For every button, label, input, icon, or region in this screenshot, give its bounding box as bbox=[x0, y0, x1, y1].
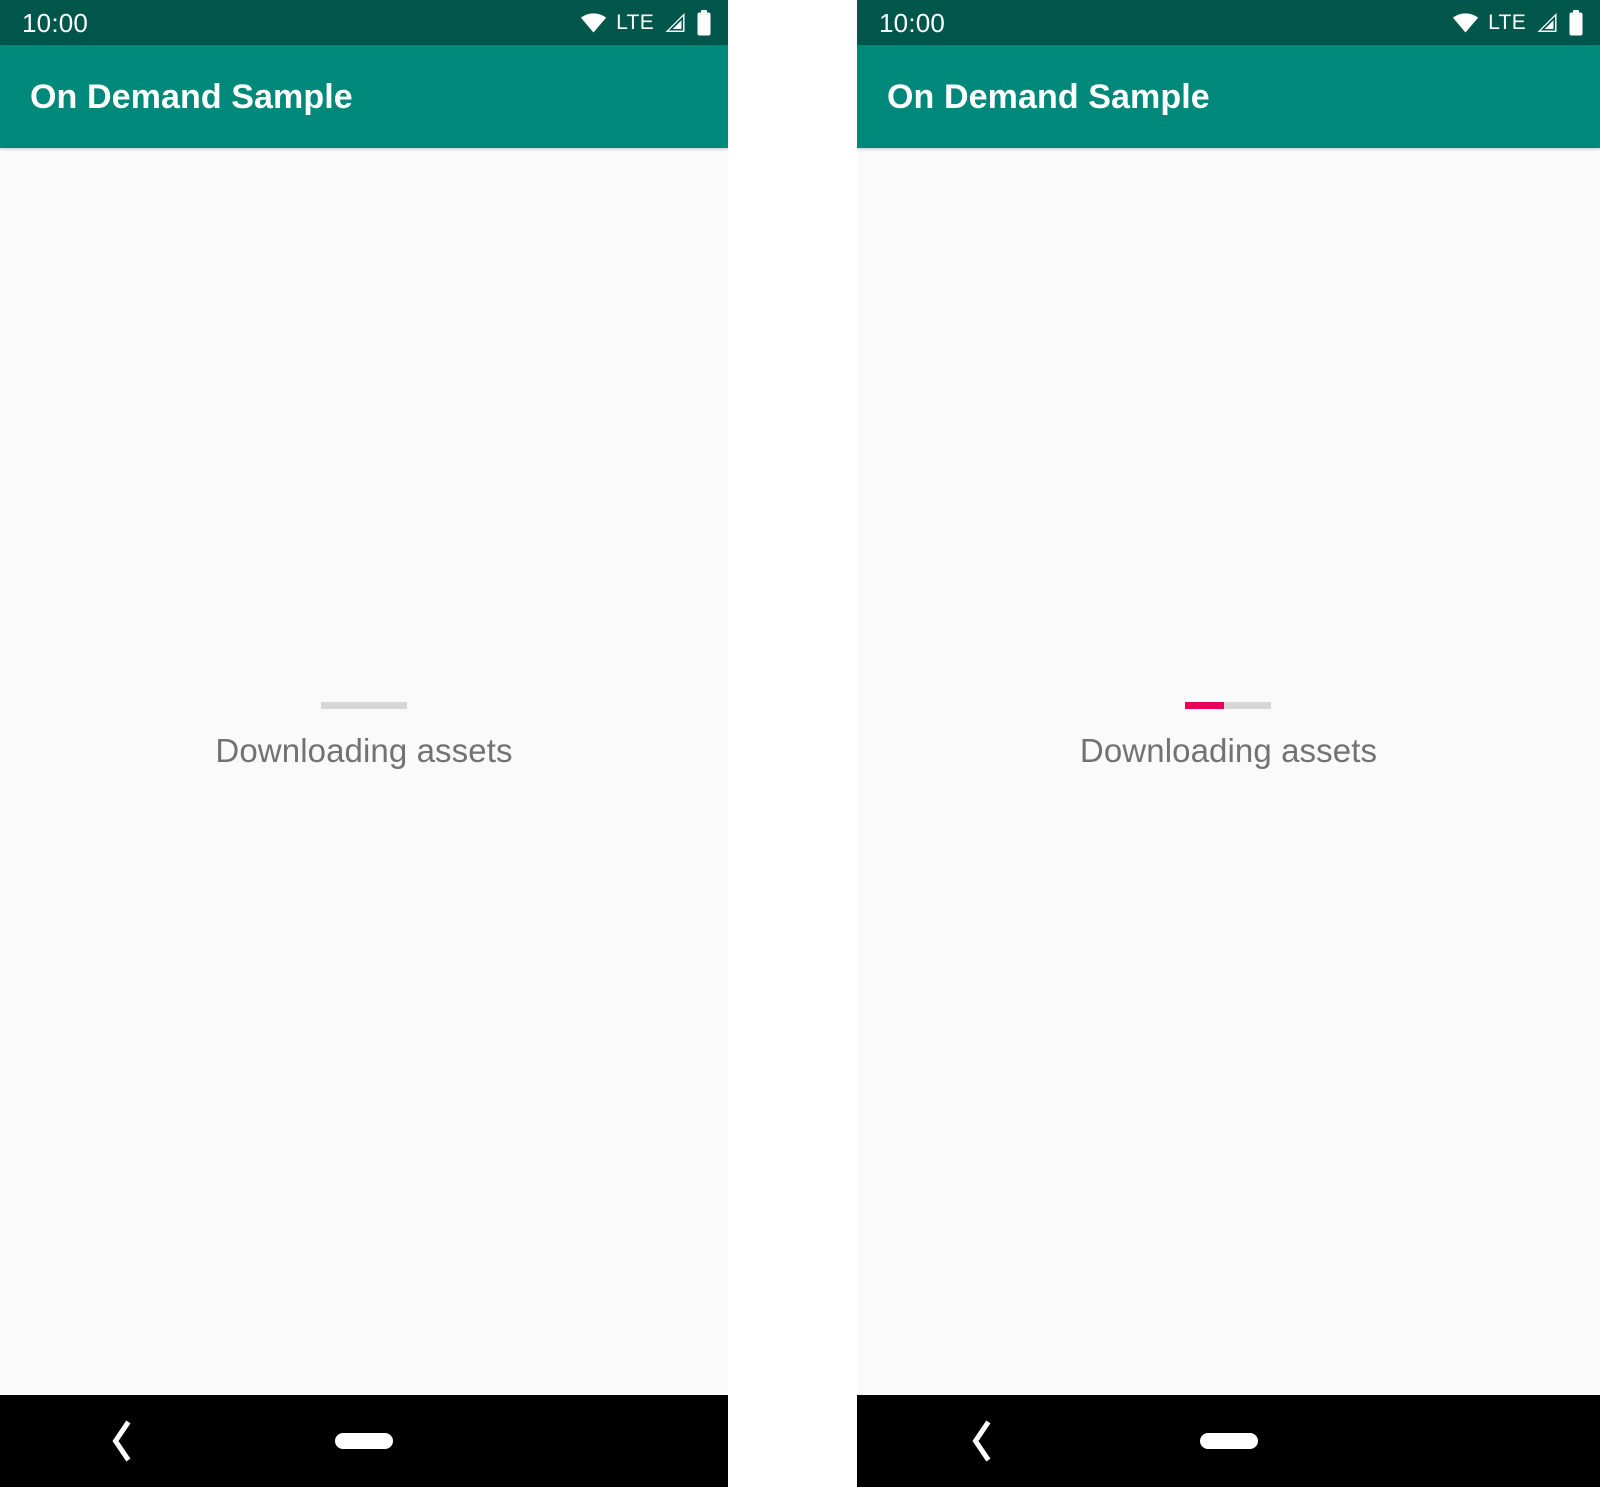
download-status-group: Downloading assets bbox=[1079, 701, 1378, 769]
system-nav-bar bbox=[0, 1395, 728, 1487]
download-progress-bar bbox=[320, 701, 407, 709]
status-bar: 10:00 LTE bbox=[857, 0, 1600, 45]
battery-icon bbox=[696, 9, 712, 36]
download-status-text: Downloading assets bbox=[215, 731, 513, 769]
app-bar: On Demand Sample bbox=[0, 45, 728, 148]
main-content: Downloading assets bbox=[0, 148, 728, 1395]
cellular-signal-icon bbox=[663, 12, 687, 34]
screenshot-pair: 10:00 LTE On Demand Sample Downloading a… bbox=[0, 0, 1600, 1487]
status-clock: 10:00 bbox=[879, 7, 946, 38]
download-progress-fill bbox=[1185, 701, 1225, 709]
app-title: On Demand Sample bbox=[30, 77, 353, 116]
home-pill-icon bbox=[1199, 1433, 1258, 1449]
home-pill-icon bbox=[335, 1433, 393, 1449]
download-progress-bar bbox=[1185, 701, 1272, 709]
lte-label: LTE bbox=[616, 11, 654, 34]
phone-screenshot-right: 10:00 LTE On Demand Sample Downloading a… bbox=[857, 0, 1600, 1487]
wifi-icon bbox=[580, 12, 607, 33]
battery-icon bbox=[1568, 9, 1584, 36]
status-icon-group: LTE bbox=[580, 9, 712, 36]
nav-home-button[interactable] bbox=[857, 1395, 1600, 1487]
app-bar: On Demand Sample bbox=[857, 45, 1600, 148]
status-clock: 10:00 bbox=[22, 7, 89, 38]
wifi-icon bbox=[1452, 12, 1479, 33]
app-title: On Demand Sample bbox=[887, 77, 1210, 116]
download-status-group: Downloading assets bbox=[215, 701, 513, 769]
lte-label: LTE bbox=[1488, 11, 1526, 34]
download-status-text: Downloading assets bbox=[1079, 731, 1378, 769]
status-icon-group: LTE bbox=[1452, 9, 1584, 36]
system-nav-bar bbox=[857, 1395, 1600, 1487]
status-bar: 10:00 LTE bbox=[0, 0, 728, 45]
cellular-signal-icon bbox=[1535, 12, 1559, 34]
nav-home-button[interactable] bbox=[0, 1395, 728, 1487]
phone-screenshot-left: 10:00 LTE On Demand Sample Downloading a… bbox=[0, 0, 728, 1487]
main-content: Downloading assets bbox=[857, 148, 1600, 1395]
